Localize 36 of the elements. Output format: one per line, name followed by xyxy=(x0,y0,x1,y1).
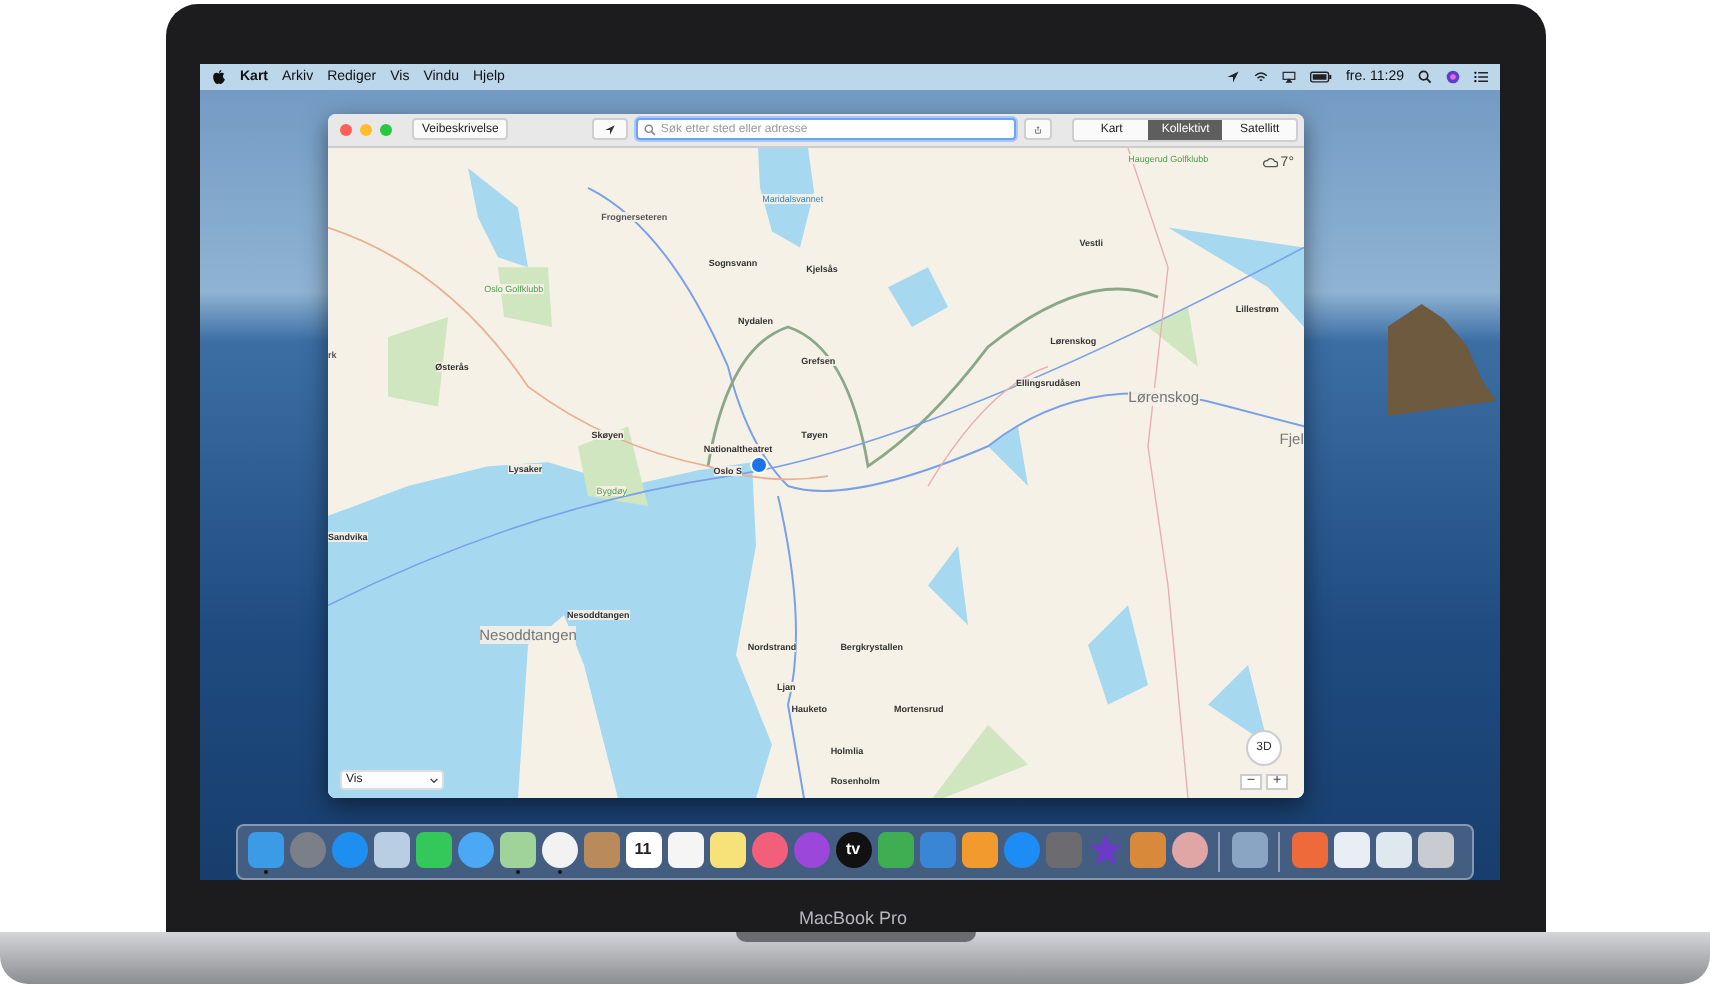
app-icon[interactable] xyxy=(457,831,493,868)
list-icon[interactable] xyxy=(1474,69,1488,84)
search-icon xyxy=(644,123,657,136)
app-icon[interactable] xyxy=(1375,831,1411,868)
location-arrow-icon[interactable] xyxy=(1225,69,1240,84)
chevron-icon xyxy=(430,777,438,784)
app-icon[interactable] xyxy=(1417,831,1453,868)
app-icon[interactable]: 11 xyxy=(625,831,661,868)
dock-separator xyxy=(1278,832,1280,873)
app-icon[interactable] xyxy=(667,831,703,868)
island-drawing xyxy=(1388,304,1500,416)
search-icon[interactable] xyxy=(1418,69,1432,84)
app-icon[interactable] xyxy=(1333,831,1369,868)
app-icon[interactable] xyxy=(499,831,535,868)
app-icon[interactable] xyxy=(961,831,997,868)
app-icon[interactable] xyxy=(415,831,451,868)
battery-icon[interactable] xyxy=(1309,69,1332,84)
cloud-icon xyxy=(1262,156,1279,169)
app-icon[interactable] xyxy=(1231,831,1267,868)
share-button[interactable] xyxy=(1024,118,1053,141)
siri-icon[interactable] xyxy=(1446,69,1460,84)
location-arrow-icon xyxy=(604,123,617,136)
star-icon[interactable] xyxy=(1087,831,1123,868)
dock-separator xyxy=(1218,832,1220,873)
apple-logo-icon[interactable] xyxy=(212,69,226,84)
app-icon[interactable]: tv xyxy=(835,831,871,868)
close-button[interactable] xyxy=(340,123,352,136)
zoom-button[interactable] xyxy=(380,123,392,136)
app-icon[interactable] xyxy=(541,831,577,868)
wifi-icon[interactable] xyxy=(1253,69,1268,84)
share-icon xyxy=(1034,123,1043,136)
laptop-label: MacBook Pro xyxy=(798,908,908,928)
current-location-button[interactable] xyxy=(592,118,629,141)
app-icon[interactable] xyxy=(1171,831,1207,868)
app-icon[interactable] xyxy=(373,831,409,868)
app-icon[interactable] xyxy=(709,831,745,868)
